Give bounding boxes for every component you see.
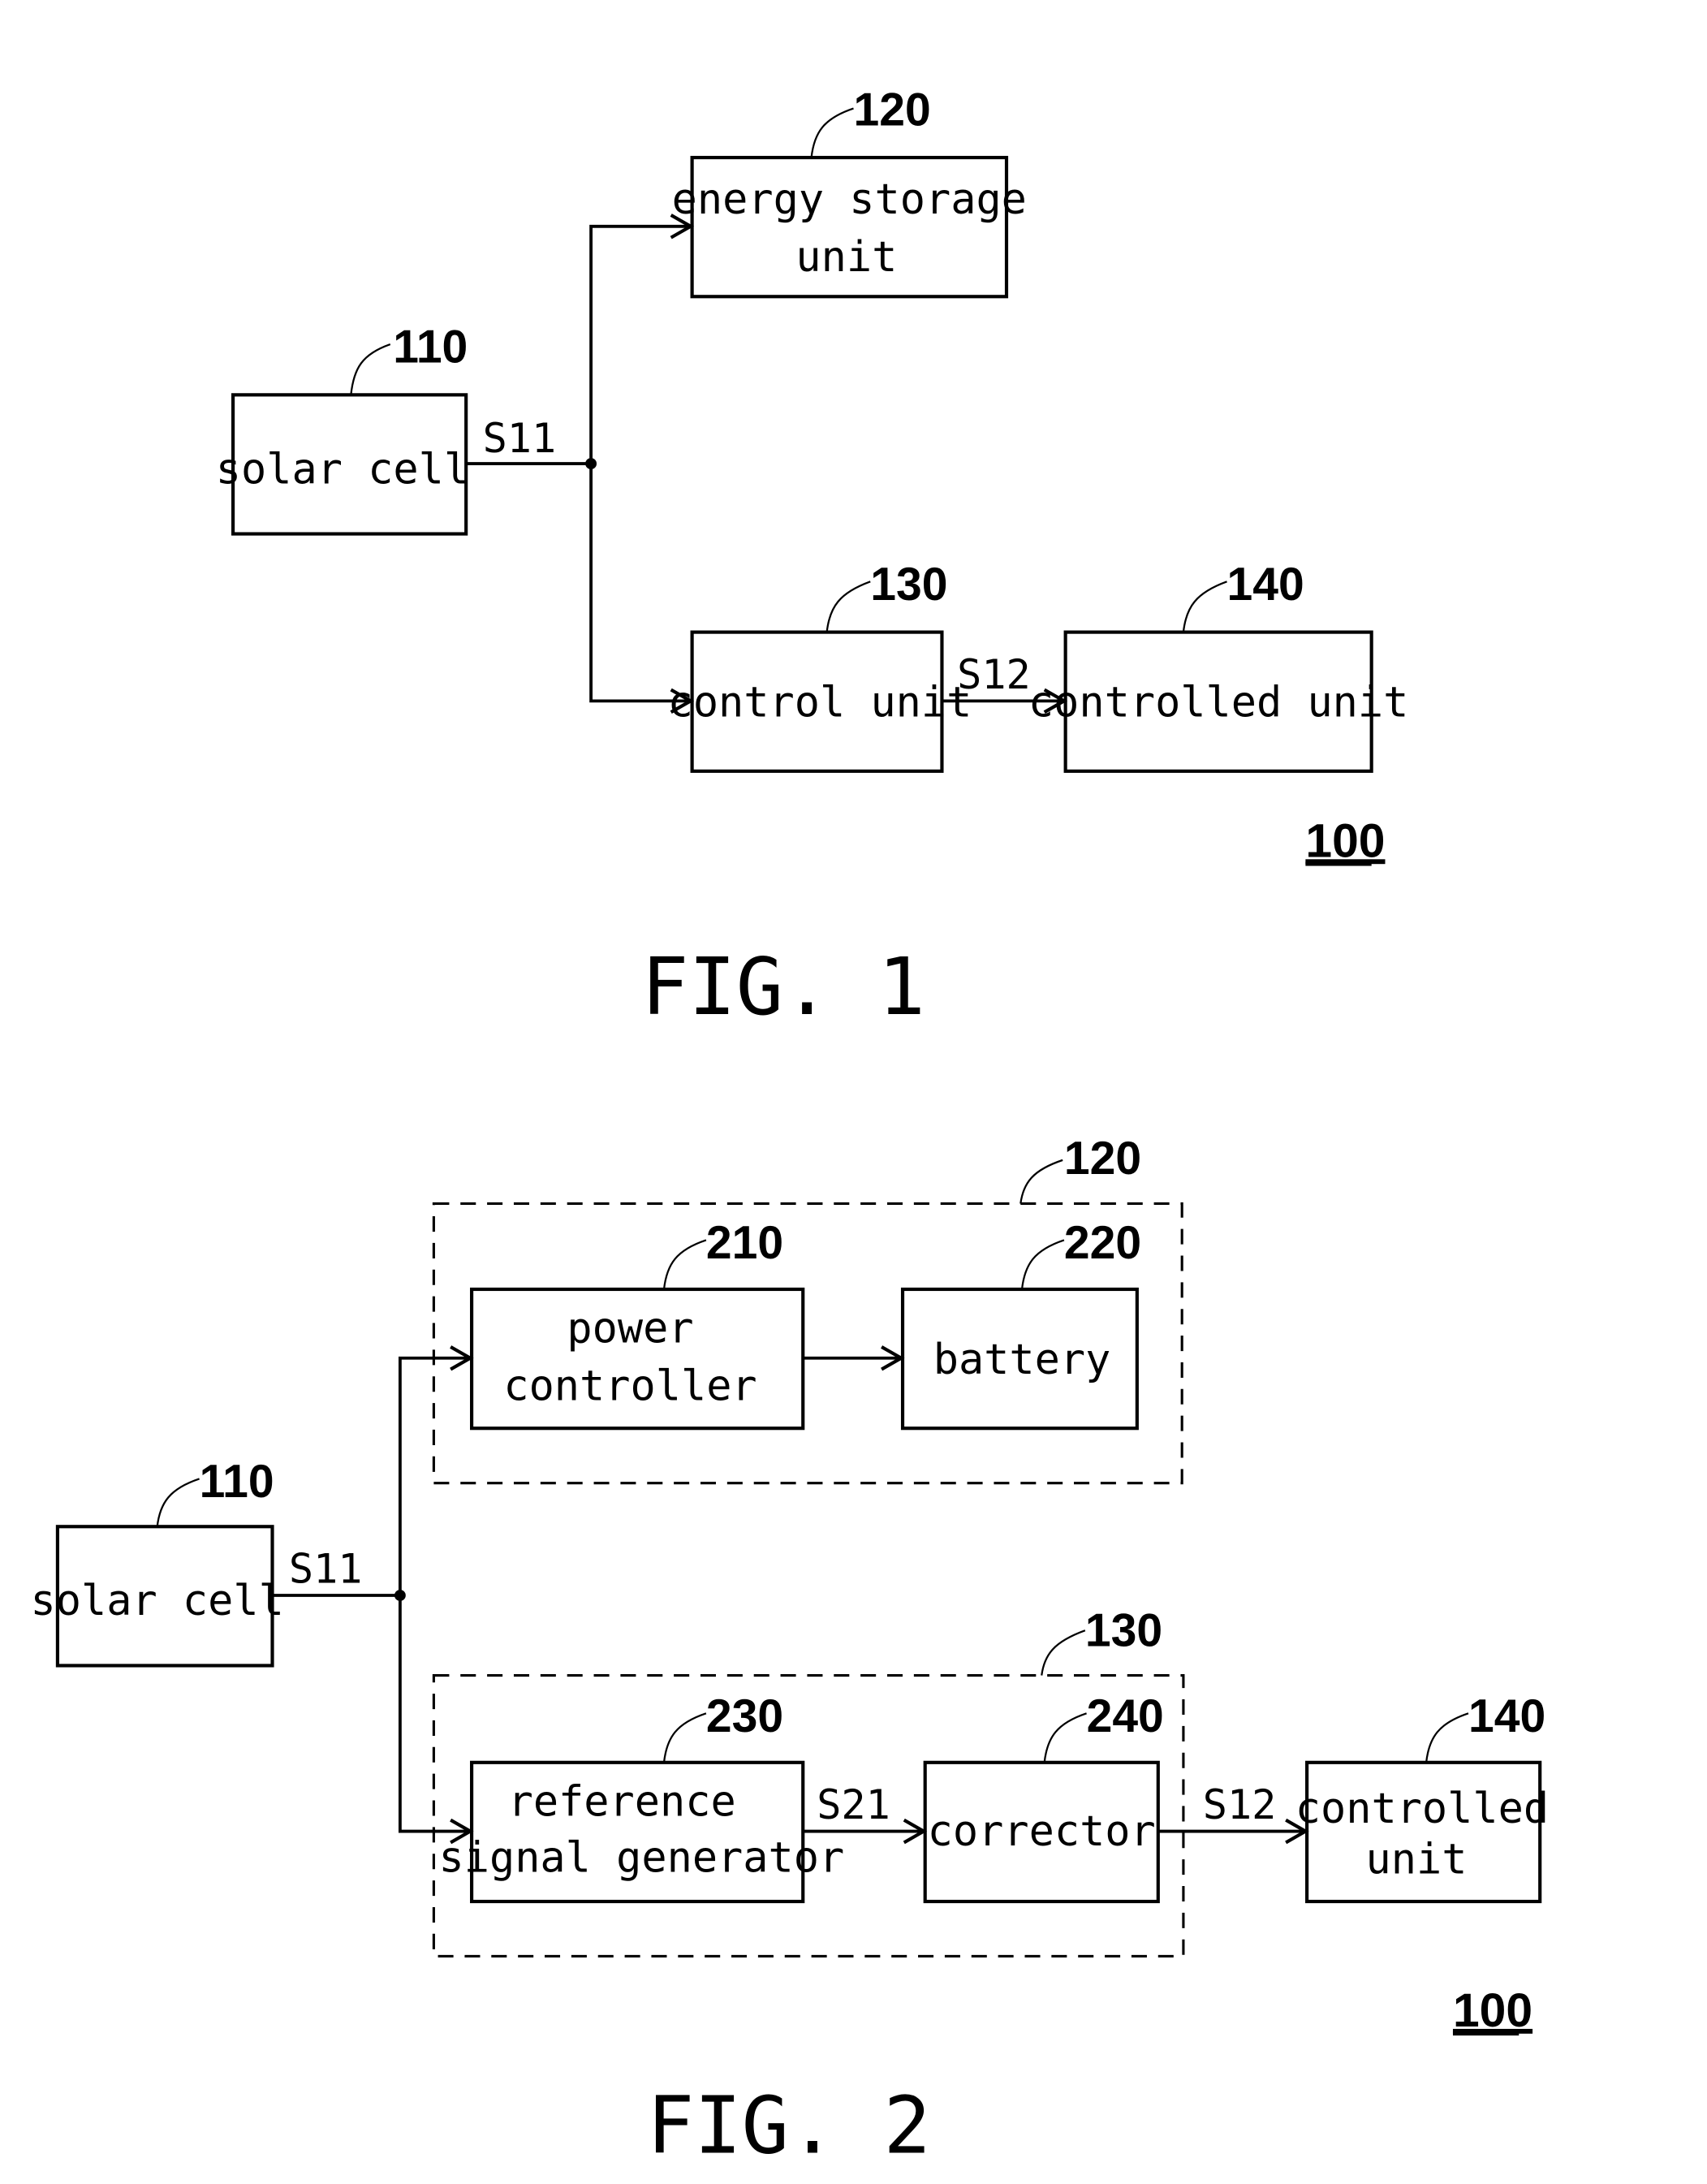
figure-2: 120 130 solar cell 110 power controller … xyxy=(31,1133,1550,2171)
fig2-solar-cell-block: solar cell 110 xyxy=(31,1456,284,1668)
fig2-power-controller-block: power controller 210 xyxy=(470,1217,805,1431)
fig1-caption: FIG. 1 xyxy=(641,941,925,1033)
fig1-controlled-unit-label: controlled unit xyxy=(1028,678,1408,727)
fig2-corrector-block: corrector 240 xyxy=(923,1690,1164,1904)
fig2-leader-120 xyxy=(1019,1159,1063,1204)
fig2-ref-signal-gen-label-line2: signal generator xyxy=(439,1834,845,1883)
fig1-solar-cell-block: solar cell 110 xyxy=(216,322,469,536)
fig2-leader-240 xyxy=(1043,1712,1087,1763)
fig1-ref-120: 120 xyxy=(854,84,931,136)
fig2-ref-130: 130 xyxy=(1085,1604,1162,1656)
fig1-energy-storage-block: energy storage unit 120 xyxy=(672,84,1027,299)
fig1-signal-s11: S11 xyxy=(483,414,557,462)
fig2-system-ref: 100 xyxy=(1453,1984,1532,2037)
fig2-signal-s12: S12 xyxy=(1203,1780,1277,1828)
fig1-controlled-unit-block: controlled unit 140 xyxy=(1028,559,1408,773)
fig2-battery-block: battery 220 xyxy=(900,1217,1141,1431)
fig2-ref-210: 210 xyxy=(706,1217,783,1269)
fig1-wire-to-storage xyxy=(589,224,691,464)
fig2-power-controller-label-line1: power xyxy=(567,1305,693,1353)
fig2-leader-220 xyxy=(1020,1239,1065,1290)
fig1-system-ref: 100 xyxy=(1305,814,1385,867)
fig1-ref-130: 130 xyxy=(870,559,947,611)
fig1-leader-140 xyxy=(1182,581,1227,632)
figure-1: solar cell 110 energy storage unit 120 c… xyxy=(216,84,1409,1033)
fig2-ref-110: 110 xyxy=(200,1456,274,1508)
fig2-ref-120: 120 xyxy=(1064,1133,1141,1185)
fig2-controlled-unit-label-line1: controlled xyxy=(1295,1785,1549,1833)
fig2-controlled-unit-block: controlled unit 140 xyxy=(1295,1690,1549,1904)
fig2-leader-210 xyxy=(662,1239,707,1290)
fig1-wire-to-control xyxy=(589,464,691,703)
fig2-wire-to-power-controller xyxy=(398,1356,471,1596)
fig2-wire-to-ref-signal-gen xyxy=(398,1595,471,1833)
fig2-power-controller-label-line2: controller xyxy=(503,1362,757,1411)
fig2-leader-130 xyxy=(1041,1629,1086,1676)
fig2-leader-140 xyxy=(1425,1712,1469,1763)
fig2-reference-signal-generator-block: reference signal generator 230 xyxy=(439,1690,845,1904)
fig1-energy-storage-label-line1: energy storage xyxy=(672,175,1027,224)
fig1-control-unit-label: control unit xyxy=(668,678,972,727)
fig1-signal-s12: S12 xyxy=(957,650,1031,698)
fig2-ref-240: 240 xyxy=(1087,1690,1164,1742)
fig1-ref-110: 110 xyxy=(393,322,468,373)
fig2-ref-140: 140 xyxy=(1468,1690,1545,1742)
fig2-leader-110 xyxy=(156,1478,200,1527)
fig1-leader-110 xyxy=(350,343,391,395)
fig1-leader-130 xyxy=(825,581,871,632)
fig1-control-unit-block: control unit 130 xyxy=(668,559,972,773)
fig1-ref-140: 140 xyxy=(1227,559,1304,611)
fig2-corrector-label: corrector xyxy=(928,1807,1156,1856)
patent-figures: solar cell 110 energy storage unit 120 c… xyxy=(31,84,1550,2171)
fig2-ref-220: 220 xyxy=(1064,1217,1141,1269)
fig2-ref-230: 230 xyxy=(706,1690,783,1742)
fig2-leader-230 xyxy=(662,1712,707,1763)
fig2-signal-s21: S21 xyxy=(817,1780,890,1828)
fig1-leader-120 xyxy=(810,107,854,158)
fig2-battery-label: battery xyxy=(933,1336,1111,1384)
fig1-solar-cell-label: solar cell xyxy=(216,445,469,494)
fig2-ref-signal-gen-label-line1: reference xyxy=(508,1778,736,1827)
fig2-signal-s11: S11 xyxy=(289,1544,363,1592)
fig2-controlled-unit-label-line2: unit xyxy=(1366,1835,1468,1884)
fig2-caption: FIG. 2 xyxy=(647,2080,931,2172)
fig2-solar-cell-label: solar cell xyxy=(31,1577,284,1625)
fig1-energy-storage-label-line2: unit xyxy=(795,233,897,282)
